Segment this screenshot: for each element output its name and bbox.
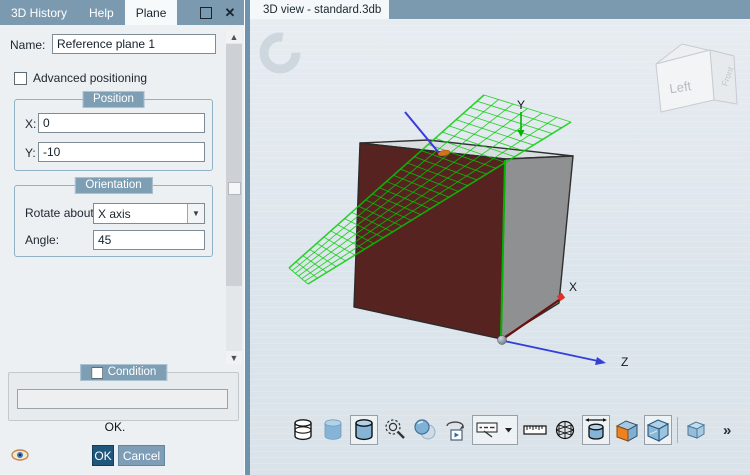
- 3d-view-panel: 3D view - standard.3db Left Front X Z Y …: [250, 0, 750, 475]
- close-button[interactable]: ✕: [220, 0, 240, 25]
- dialog-buttons: OK Cancel: [92, 445, 165, 466]
- maximize-button[interactable]: [196, 0, 216, 25]
- scrollbar-gripper: [228, 182, 241, 195]
- advanced-positioning-checkbox[interactable]: [14, 72, 27, 85]
- condition-badge: Condition: [79, 364, 168, 381]
- rotate-indicator-icon: [259, 32, 301, 74]
- view-tabbar: 3D view - standard.3db: [250, 0, 750, 19]
- condition-expression-input[interactable]: [17, 389, 228, 409]
- position-group: Position X: Y:: [14, 91, 213, 171]
- ruler-icon[interactable]: [522, 416, 548, 444]
- zoom-all-icon[interactable]: [382, 416, 408, 444]
- scroll-down-icon[interactable]: ▼: [226, 351, 242, 364]
- view-toolbar: »: [288, 413, 731, 447]
- x-axis-label: X: [569, 280, 577, 294]
- name-input[interactable]: [52, 34, 216, 54]
- shaded-cube-icon[interactable]: [644, 415, 672, 445]
- rotate-about-label: Rotate about: [25, 206, 94, 220]
- dimension-cylinder-icon[interactable]: [582, 415, 610, 445]
- angle-input[interactable]: [93, 230, 205, 250]
- advanced-positioning-label: Advanced positioning: [33, 71, 148, 85]
- 3d-scene: Left Front X Z Y: [259, 32, 738, 369]
- wireframe-cylinder-icon[interactable]: [290, 416, 316, 444]
- navigation-cube[interactable]: Left Front: [655, 43, 738, 113]
- maximize-icon: [200, 6, 212, 19]
- y-label: Y:: [25, 146, 36, 160]
- condition-group-title: Condition: [107, 366, 157, 378]
- status-text: OK.: [104, 420, 126, 434]
- y-input[interactable]: [38, 142, 205, 162]
- condition-checkbox[interactable]: [90, 366, 103, 379]
- y-axis: Y: [517, 98, 525, 137]
- panel-scrollbar[interactable]: ▲ ▼: [226, 30, 242, 364]
- model-cube[interactable]: [353, 139, 574, 340]
- orientation-group: Orientation Rotate about X axis ▼ Angle:: [14, 177, 213, 257]
- z-axis-label: Z: [621, 355, 628, 369]
- z-axis-arrow: [595, 357, 606, 365]
- cancel-button[interactable]: Cancel: [118, 445, 165, 466]
- origin-sphere: [497, 335, 507, 345]
- dialog-body: Name: Advanced positioning Position X: Y…: [0, 25, 244, 475]
- x-label: X:: [25, 117, 37, 131]
- rotate-view-icon[interactable]: [442, 416, 468, 444]
- application-window: 3D History Help Plane ✕ Name: Advanced p…: [0, 0, 750, 475]
- name-label: Name:: [10, 38, 46, 52]
- scroll-up-icon[interactable]: ▲: [226, 30, 242, 43]
- ok-button[interactable]: OK: [92, 445, 114, 466]
- shaded-edges-cylinder-icon[interactable]: [350, 415, 378, 445]
- toolbar-separator: [677, 417, 678, 443]
- tab-help[interactable]: Help: [78, 0, 125, 25]
- scrollbar-thumb[interactable]: [226, 44, 242, 286]
- position-group-title: Position: [82, 91, 145, 108]
- y-axis-label: Y: [517, 98, 525, 112]
- tab-3d-view[interactable]: 3D view - standard.3db: [250, 0, 389, 19]
- eye-icon[interactable]: [11, 448, 29, 465]
- transparency-icon[interactable]: [412, 416, 438, 444]
- section-solid-icon[interactable]: [614, 416, 640, 444]
- rotate-about-dropdown[interactable]: X axis ▼: [93, 203, 205, 224]
- cube-right-face: [500, 155, 574, 340]
- dropdown-arrow-icon[interactable]: ▼: [187, 204, 204, 223]
- x-input[interactable]: [38, 113, 205, 133]
- tab-plane[interactable]: Plane: [124, 0, 178, 25]
- shaded-cylinder-icon[interactable]: [320, 416, 346, 444]
- mesh-sphere-icon[interactable]: [552, 416, 578, 444]
- tab-3d-history[interactable]: 3D History: [0, 0, 78, 25]
- plane-dialog-panel: 3D History Help Plane ✕ Name: Advanced p…: [0, 0, 244, 475]
- view-options-dropdown[interactable]: [472, 415, 518, 445]
- dialog-tabbar: 3D History Help Plane ✕: [0, 0, 244, 25]
- light-cube-icon[interactable]: [683, 416, 709, 444]
- angle-label: Angle:: [25, 233, 60, 247]
- rotate-about-value: X axis: [98, 206, 131, 221]
- z-axis: Z: [503, 340, 628, 369]
- 3d-viewport[interactable]: Left Front X Z Y »: [250, 19, 750, 475]
- condition-group: Condition: [8, 364, 239, 421]
- toolbar-overflow-button[interactable]: »: [723, 422, 731, 439]
- orientation-group-title: Orientation: [74, 177, 153, 194]
